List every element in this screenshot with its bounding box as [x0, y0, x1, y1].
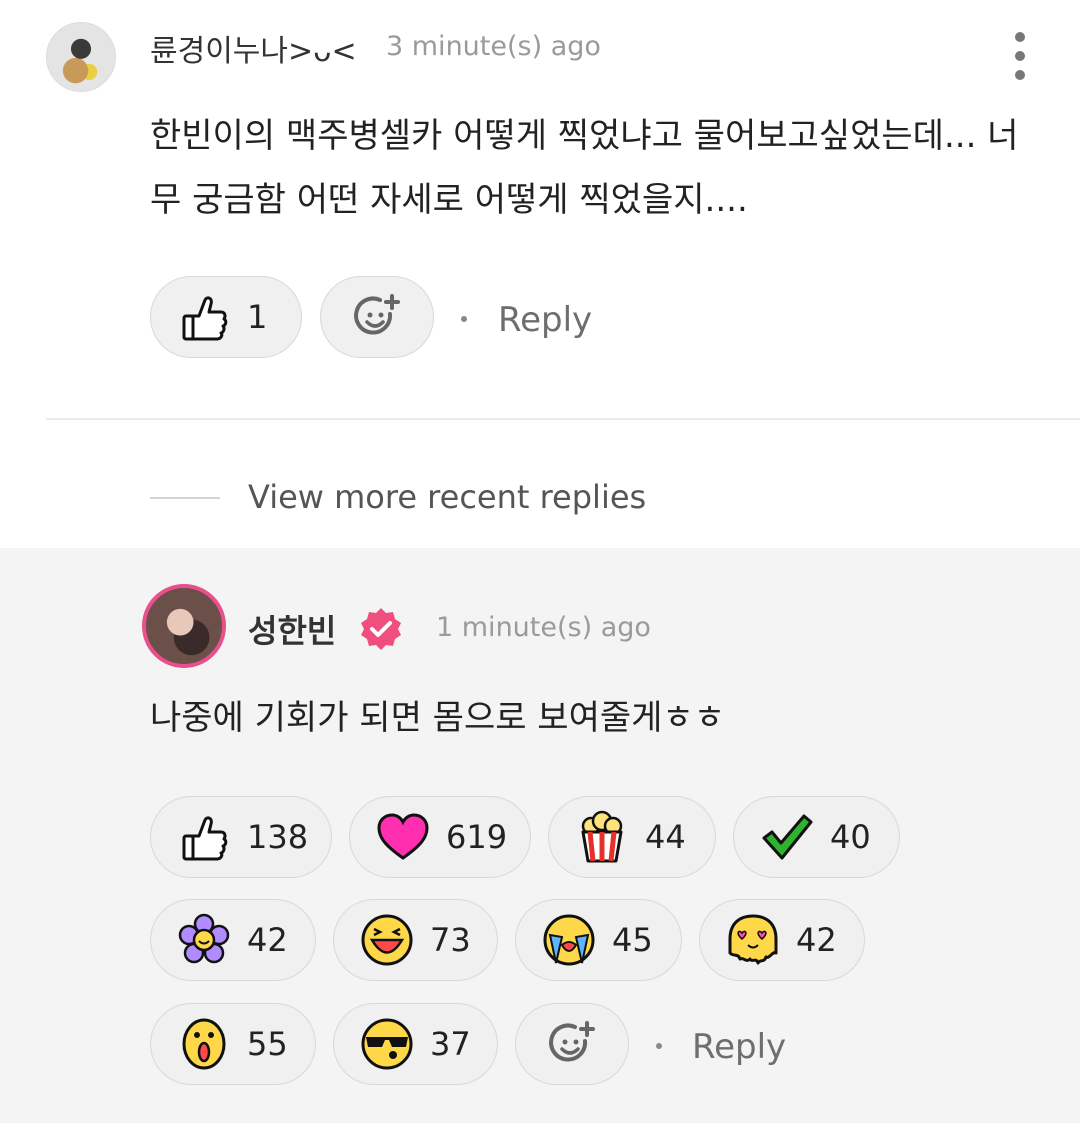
add-reaction-icon [549, 1021, 595, 1062]
divider [46, 418, 1080, 420]
reaction-count: 42 [247, 921, 288, 959]
more-dot [1015, 51, 1025, 61]
heart-eyes-face-icon [728, 914, 778, 965]
crying-face-icon [543, 914, 595, 966]
sunglasses-face-icon [361, 1018, 413, 1070]
comment-timestamp: 1 minute(s) ago [436, 612, 651, 643]
reaction-count: 138 [247, 818, 309, 856]
reaction-heart-eyes[interactable]: 42 [699, 899, 865, 981]
comment-username[interactable]: 성한빈 [248, 606, 336, 652]
thumbs-up-icon [182, 816, 228, 861]
reaction-count: 44 [645, 818, 686, 856]
reaction-count: 73 [430, 921, 471, 959]
reaction-count: 45 [612, 921, 653, 959]
view-more-line [150, 497, 220, 499]
separator-dot [656, 1043, 662, 1049]
reaction-thumbs-up[interactable]: 138 [150, 796, 332, 878]
reaction-crying[interactable]: 45 [515, 899, 682, 981]
comment-1: 륜경이누나>ᴗ< 3 minute(s) ago 한빈이의 맥주병셀카 어떻게 … [0, 0, 1080, 420]
reaction-popcorn[interactable]: 44 [548, 796, 716, 878]
comment-username[interactable]: 륜경이누나>ᴗ< [150, 26, 357, 70]
avatar[interactable] [46, 22, 116, 92]
surprised-face-icon [182, 1018, 226, 1070]
reaction-count: 619 [446, 818, 508, 856]
checkmark-icon [762, 814, 813, 860]
reaction-count: 42 [796, 921, 837, 959]
reaction-flower[interactable]: 42 [150, 899, 316, 981]
add-reaction-icon [354, 294, 400, 335]
more-dot [1015, 32, 1025, 42]
reply-button[interactable]: Reply [498, 300, 592, 340]
view-more-replies-link[interactable]: View more recent replies [248, 478, 646, 516]
add-reaction-button[interactable] [515, 1003, 629, 1085]
reaction-count: 55 [247, 1025, 288, 1063]
separator-dot [461, 316, 467, 322]
thumbs-up-icon [182, 296, 228, 341]
reaction-sunglasses[interactable]: 37 [333, 1003, 498, 1085]
reaction-heart[interactable]: 619 [349, 796, 531, 878]
like-button[interactable]: 1 [150, 276, 302, 358]
comment-text: 한빈이의 맥주병셀카 어떻게 찍었냐고 물어보고싶었는데... 너무 궁금함 어… [150, 116, 1019, 220]
comment-timestamp: 3 minute(s) ago [386, 31, 601, 62]
add-reaction-button[interactable] [320, 276, 434, 358]
reaction-count: 40 [830, 818, 871, 856]
verified-badge-icon [361, 608, 401, 650]
reaction-checkmark[interactable]: 40 [733, 796, 900, 878]
comment-text: 나중에 기회가 되면 몸으로 보여줄게ㅎㅎ [150, 698, 725, 738]
reaction-laughing[interactable]: 73 [333, 899, 498, 981]
reaction-count: 37 [430, 1025, 471, 1063]
flower-icon [178, 913, 230, 964]
popcorn-icon [581, 810, 623, 863]
heart-icon [377, 813, 429, 860]
like-count: 1 [247, 298, 268, 336]
more-dot [1015, 70, 1025, 80]
avatar[interactable] [142, 584, 226, 668]
reply-button[interactable]: Reply [692, 1027, 786, 1067]
laughing-face-icon [361, 914, 413, 966]
more-options-button[interactable] [1010, 32, 1030, 80]
reaction-surprised[interactable]: 55 [150, 1003, 316, 1085]
